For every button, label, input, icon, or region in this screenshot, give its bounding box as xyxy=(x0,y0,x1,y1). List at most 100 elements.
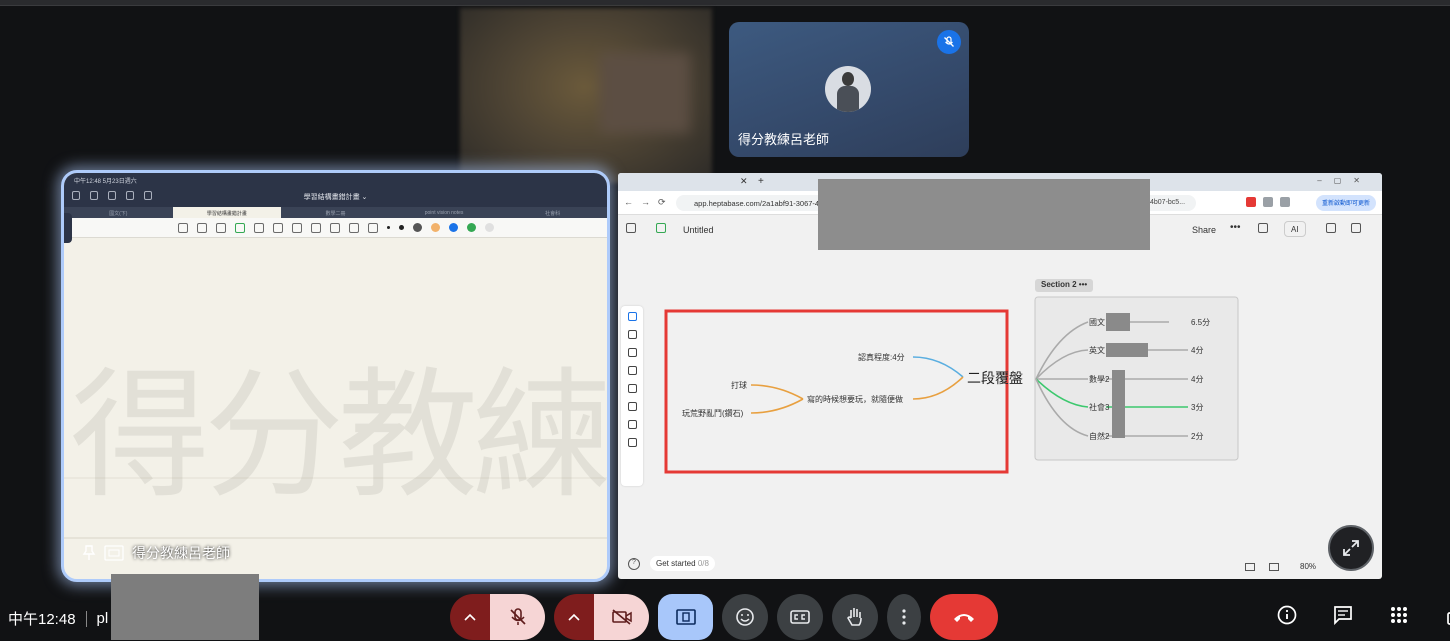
participant-name: 得分教練呂老師 xyxy=(738,132,830,147)
pen-size-small[interactable] xyxy=(386,226,390,229)
ipad-tab[interactable]: 學習結構畫錯計畫 xyxy=(172,207,282,218)
chat-button[interactable] xyxy=(1332,604,1354,626)
settings-sliders-icon[interactable] xyxy=(1245,563,1255,571)
mindmap-canvas: 認真程度:4分 寫的時候想要玩，就隨便做 打球 玩荒野亂鬥(鑽石) 二段覆盤 國… xyxy=(664,296,1239,474)
pen-color-swatch[interactable] xyxy=(430,223,440,232)
blurred-video-tile[interactable] xyxy=(460,8,712,183)
laptop-icon[interactable] xyxy=(1269,563,1279,571)
photo-icon[interactable] xyxy=(310,222,321,233)
reactions-button[interactable] xyxy=(722,594,768,640)
help-icon[interactable]: ? xyxy=(628,557,640,570)
ipad-tab[interactable]: 國文(下) xyxy=(64,207,173,218)
image-icon[interactable] xyxy=(177,222,188,233)
present-icon xyxy=(104,545,124,561)
captions-button[interactable] xyxy=(777,594,823,640)
pin-icon xyxy=(82,545,96,560)
branch-line xyxy=(750,398,804,414)
subject-node: 數學2 xyxy=(1089,374,1110,384)
get-started-button[interactable]: Get started 0/8 xyxy=(650,556,715,571)
keyboard-icon[interactable] xyxy=(329,222,340,233)
mic-off-icon xyxy=(937,30,961,54)
pen-color-swatch[interactable] xyxy=(484,223,494,232)
audio-options-button[interactable] xyxy=(450,594,490,640)
ipad-screen-share[interactable]: 中午12:48 5月23日週六 學習結構畫錯計畫 ⌄ 國文(下) 學習結構畫錯計… xyxy=(61,170,610,582)
call-controls xyxy=(450,593,998,641)
leave-call-button[interactable] xyxy=(930,594,998,640)
mindmap-node: 寫的時候想要玩，就隨便做 xyxy=(807,394,903,404)
redaction-mark xyxy=(1112,370,1125,438)
mindmap-center: 二段覆盤 xyxy=(967,370,1023,386)
present-icon xyxy=(675,609,696,625)
pen-color-swatch[interactable] xyxy=(412,223,422,232)
score-node: 4分 xyxy=(1191,375,1203,384)
participant-avatar xyxy=(825,66,871,112)
participant-tile[interactable]: 得分教練呂老師 xyxy=(729,22,969,157)
hangup-icon xyxy=(954,614,974,622)
pen-color-swatch[interactable] xyxy=(466,223,476,232)
mindmap-node: 打球 xyxy=(731,380,747,390)
subject-node: 社會3 xyxy=(1089,402,1110,412)
eraser-icon[interactable] xyxy=(215,222,226,233)
ipad-tab[interactable]: 數學二冊 xyxy=(281,207,390,218)
fullscreen-button[interactable] xyxy=(1328,525,1374,571)
subject-node: 自然2 xyxy=(1089,431,1110,441)
camera-off-icon xyxy=(611,609,632,625)
host-controls-button[interactable] xyxy=(1444,604,1450,626)
ipad-nav-bar: 學習結構畫錯計畫 ⌄ xyxy=(64,187,607,207)
get-started-bar: ? Get started 0/8 xyxy=(628,556,715,571)
side-controls xyxy=(1276,604,1450,626)
redaction-mark xyxy=(1106,343,1148,357)
lock-person-icon xyxy=(1447,612,1450,625)
score-node: 6.5分 xyxy=(1191,318,1210,327)
presenter-name: 得分教練呂老師 xyxy=(132,545,230,561)
ipad-tab-bar: 國文(下) 學習結構畫錯計畫 數學二冊 point vision notes 社… xyxy=(64,207,607,218)
pen-icon[interactable] xyxy=(196,222,207,233)
meeting-info: 中午12:48 pl xyxy=(8,608,108,629)
redacted-region xyxy=(111,574,259,640)
browser-screen-share[interactable]: ✕ + –▢✕ ←→⟳ app.heptabase.com/2a1abf91-3… xyxy=(618,173,1382,579)
chevron-up-icon xyxy=(464,613,476,621)
more-vert-icon xyxy=(902,609,906,625)
subject-node: 英文 xyxy=(1089,345,1105,355)
highlight-box xyxy=(664,309,1009,474)
link-icon[interactable] xyxy=(367,222,378,233)
redaction-mark xyxy=(1106,313,1130,331)
divider xyxy=(85,610,87,627)
score-node: 4分 xyxy=(1191,346,1203,355)
ipad-doc-title[interactable]: 學習結構畫錯計畫 ⌄ xyxy=(64,192,607,202)
get-started-label: Get started xyxy=(656,559,696,568)
branch-line xyxy=(912,376,964,400)
camera-toggle-button[interactable] xyxy=(594,594,649,640)
mic-toggle-button[interactable] xyxy=(490,594,545,640)
ipad-tab[interactable]: 社會科 xyxy=(498,207,607,218)
emoji-icon xyxy=(736,608,754,626)
hand-icon xyxy=(847,608,862,626)
zoom-level[interactable]: 80% xyxy=(1300,562,1316,571)
blur-patch xyxy=(600,53,690,133)
get-started-progress: 0/8 xyxy=(697,559,709,568)
canvas-bottom-icons xyxy=(1245,563,1279,571)
ipad-tab[interactable]: point vision notes xyxy=(390,207,499,218)
text-icon[interactable] xyxy=(348,222,359,233)
ipad-status-bar: 中午12:48 5月23日週六 xyxy=(64,173,607,187)
top-bar xyxy=(0,0,1450,6)
highlighter-icon[interactable] xyxy=(234,222,245,233)
activities-button[interactable] xyxy=(1388,604,1410,626)
raise-hand-button[interactable] xyxy=(832,594,878,640)
branch-line xyxy=(912,356,964,378)
eye-icon[interactable] xyxy=(291,222,302,233)
meeting-details-button[interactable] xyxy=(1276,604,1298,626)
score-node: 3分 xyxy=(1191,403,1203,412)
chat-icon xyxy=(1334,606,1352,625)
video-options-button[interactable] xyxy=(554,594,594,640)
ipad-drawing-toolbar xyxy=(64,218,607,238)
pen-size-medium[interactable] xyxy=(398,225,404,230)
pen-color-swatch[interactable] xyxy=(448,223,458,232)
more-options-button[interactable] xyxy=(887,594,921,640)
mindmap-node: 認真程度:4分 xyxy=(858,352,905,362)
chevron-up-icon xyxy=(568,613,580,621)
lasso-icon[interactable] xyxy=(272,222,283,233)
score-node: 2分 xyxy=(1191,432,1203,441)
shapes-icon[interactable] xyxy=(253,222,264,233)
present-screen-button[interactable] xyxy=(658,594,713,640)
